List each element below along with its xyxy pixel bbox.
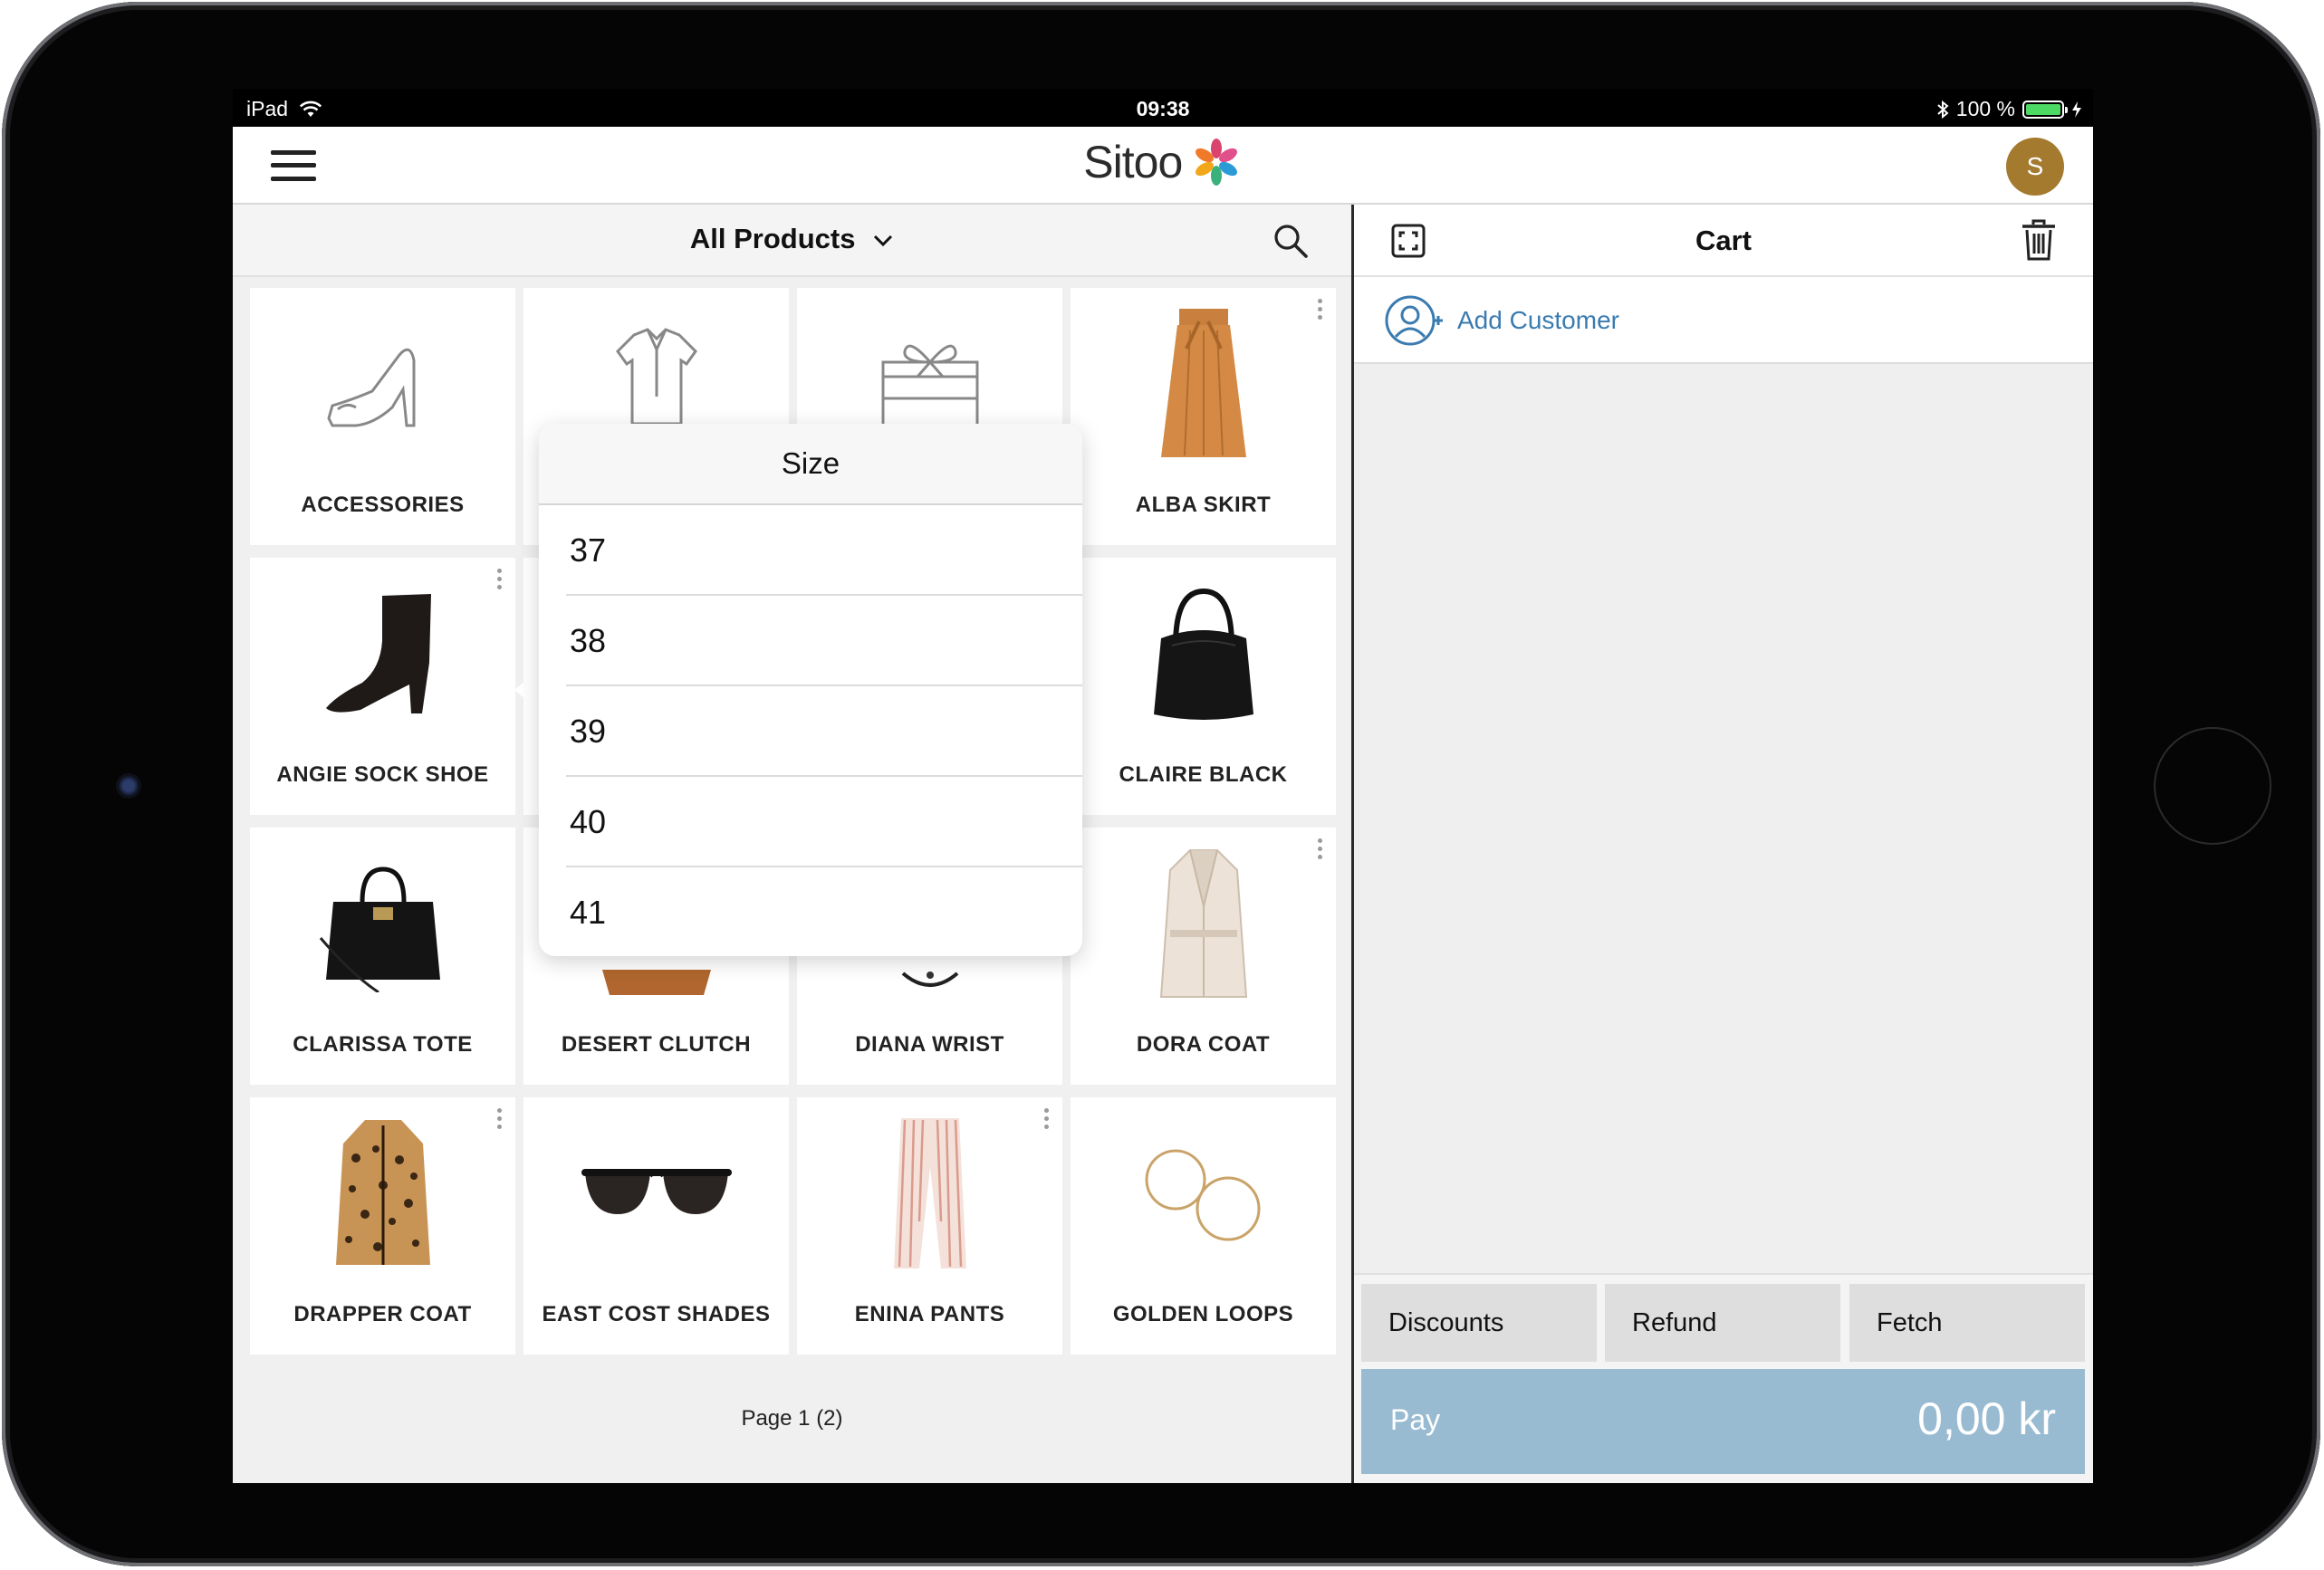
more-options-icon[interactable] bbox=[1318, 299, 1323, 322]
size-option[interactable]: 40 bbox=[539, 777, 1082, 867]
status-time: 09:38 bbox=[1136, 97, 1190, 120]
battery-percent: 100 % bbox=[1955, 97, 2015, 120]
gift-icon bbox=[881, 344, 978, 427]
search-icon[interactable] bbox=[1272, 223, 1309, 259]
size-option[interactable]: 41 bbox=[539, 867, 1082, 956]
charging-icon bbox=[2072, 101, 2081, 118]
discounts-button[interactable]: Discounts bbox=[1361, 1284, 1597, 1362]
products-header: All Products bbox=[233, 205, 1351, 277]
pay-label: Pay bbox=[1390, 1403, 1441, 1436]
product-label: ENINA PANTS bbox=[854, 1302, 1005, 1326]
pay-amount: 0,00 kr bbox=[1917, 1393, 2056, 1444]
product-tile[interactable]: GOLDEN LOOPS bbox=[1071, 1097, 1336, 1355]
size-option[interactable]: 39 bbox=[539, 686, 1082, 777]
product-label: DIANA WRIST bbox=[855, 1032, 1004, 1057]
shirt-icon bbox=[615, 328, 697, 426]
product-tile[interactable]: ANGIE SOCK SHOE bbox=[250, 558, 515, 815]
product-label: CLARISSA TOTE bbox=[293, 1032, 473, 1057]
skirt-icon bbox=[1160, 309, 1246, 457]
flower-logo-icon bbox=[1195, 139, 1237, 186]
category-label: All Products bbox=[689, 223, 856, 254]
product-tile[interactable]: CLAIRE BLACK bbox=[1071, 558, 1336, 815]
product-label: DRAPPER COAT bbox=[293, 1302, 472, 1326]
cart-actions: Discounts Refund Fetch Pay 0,00 kr bbox=[1354, 1273, 2093, 1483]
popover-title: Size bbox=[539, 424, 1082, 505]
cart-title: Cart bbox=[1695, 225, 1752, 256]
product-label: GOLDEN LOOPS bbox=[1112, 1302, 1294, 1326]
product-label: ACCESSORIES bbox=[301, 493, 465, 517]
pants-icon bbox=[893, 1118, 966, 1268]
product-label: DESERT CLUTCH bbox=[561, 1032, 752, 1057]
more-options-icon[interactable] bbox=[1044, 1108, 1050, 1132]
ipad-frame: iPad 09:38 100 % Sitoo S All Products AC… bbox=[2, 2, 2320, 1566]
front-camera bbox=[116, 773, 141, 799]
bluetooth-icon bbox=[1937, 100, 1949, 119]
size-option[interactable]: 37 bbox=[539, 505, 1082, 596]
product-tile[interactable]: CLARISSA TOTE bbox=[250, 828, 515, 1085]
logo-text: Sitoo bbox=[1083, 137, 1183, 187]
sunglasses-icon bbox=[581, 1169, 732, 1214]
product-label: DORA COAT bbox=[1136, 1032, 1271, 1057]
product-label: ANGIE SOCK SHOE bbox=[276, 762, 489, 787]
chevron-down-icon bbox=[874, 235, 893, 246]
leopard-coat-icon bbox=[335, 1120, 430, 1265]
page-indicator: Page 1 (2) bbox=[741, 1406, 843, 1431]
user-avatar[interactable]: S bbox=[2006, 138, 2064, 196]
category-dropdown[interactable]: All Products bbox=[233, 223, 1351, 255]
product-tile[interactable]: EAST COST SHADES bbox=[523, 1097, 789, 1355]
product-tile[interactable]: ALBA SKIRT bbox=[1071, 288, 1336, 545]
product-tile[interactable]: ENINA PANTS bbox=[797, 1097, 1062, 1355]
product-tile[interactable]: ACCESSORIES bbox=[250, 288, 515, 545]
earrings-icon bbox=[1145, 1149, 1260, 1241]
product-label: CLAIRE BLACK bbox=[1119, 762, 1288, 787]
more-options-icon[interactable] bbox=[497, 569, 503, 592]
battery-icon bbox=[2022, 100, 2068, 119]
product-tile[interactable]: DORA COAT bbox=[1071, 828, 1336, 1085]
top-nav: Sitoo S bbox=[233, 127, 2093, 205]
pay-button[interactable]: Pay 0,00 kr bbox=[1361, 1369, 2085, 1474]
handbag-icon bbox=[1153, 588, 1253, 720]
tote-icon bbox=[319, 866, 440, 992]
product-label: EAST COST SHADES bbox=[542, 1302, 771, 1326]
size-option[interactable]: 38 bbox=[539, 596, 1082, 686]
coat-icon bbox=[1159, 849, 1247, 998]
boot-icon bbox=[325, 594, 431, 713]
shoe-icon bbox=[326, 348, 415, 427]
product-label: ALBA SKIRT bbox=[1135, 493, 1272, 517]
more-options-icon[interactable] bbox=[497, 1108, 503, 1132]
fetch-button[interactable]: Fetch bbox=[1849, 1284, 2085, 1362]
screen: iPad 09:38 100 % Sitoo S All Products AC… bbox=[233, 89, 2093, 1483]
popover-arrow bbox=[514, 668, 540, 712]
home-button[interactable] bbox=[2156, 729, 2270, 843]
add-customer-label: Add Customer bbox=[1457, 306, 1619, 334]
add-customer-row[interactable]: Add Customer bbox=[1354, 277, 2093, 364]
size-popover: Size 37 38 39 40 41 bbox=[539, 424, 1082, 956]
sitoo-logo: Sitoo bbox=[233, 136, 2093, 196]
status-bar: iPad 09:38 100 % bbox=[233, 89, 2093, 127]
product-tile[interactable]: DRAPPER COAT bbox=[250, 1097, 515, 1355]
cart-panel: Cart Add Customer Discounts Refund Fetch… bbox=[1354, 205, 2093, 1483]
trash-icon[interactable] bbox=[2021, 219, 2057, 261]
add-user-icon bbox=[1385, 295, 1443, 346]
refund-button[interactable]: Refund bbox=[1605, 1284, 1840, 1362]
more-options-icon[interactable] bbox=[1318, 838, 1323, 862]
cart-header: Cart bbox=[1354, 205, 2093, 277]
